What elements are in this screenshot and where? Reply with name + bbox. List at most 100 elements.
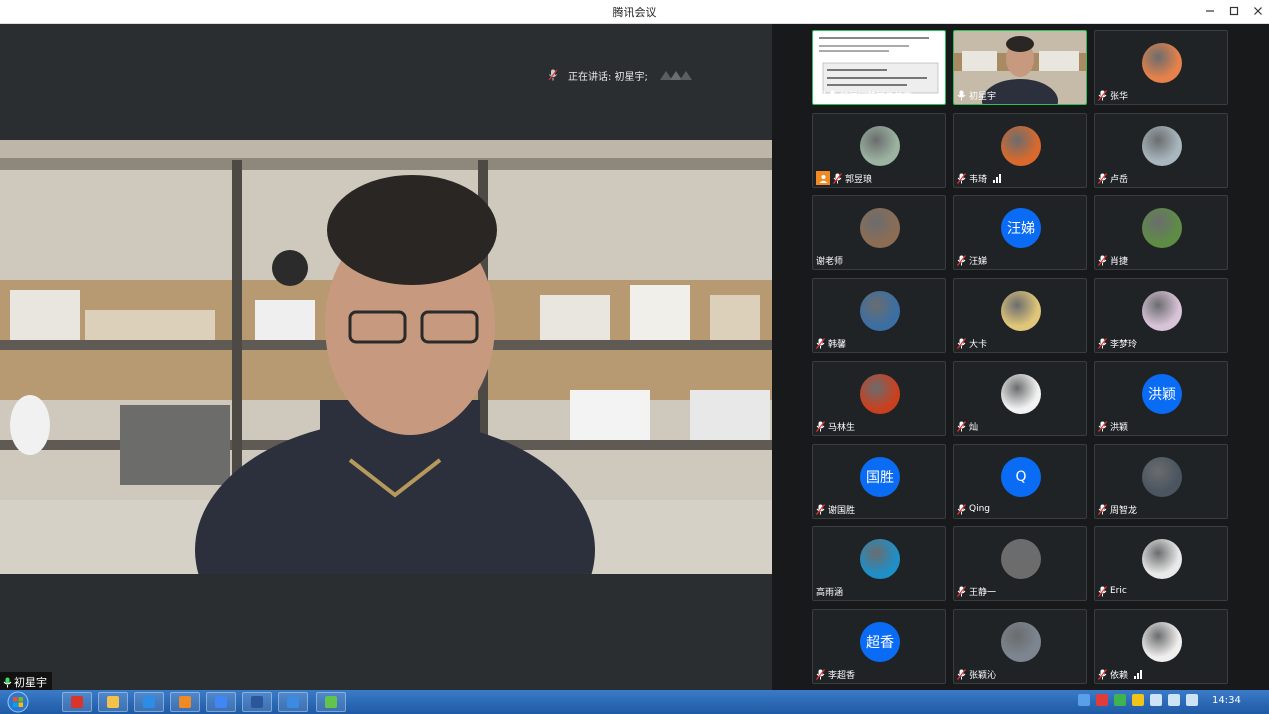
participant-tile[interactable]: 谢老师 [812,195,946,270]
participant-name: 灿 [969,422,979,433]
participant-label: 初星宇 [957,88,996,102]
window-title: 腾讯会议 [612,6,657,19]
participant-tile[interactable]: 汪娣 汪娣 [953,195,1087,270]
signal-icon[interactable] [1186,694,1198,706]
participant-tile[interactable]: 初星宇 [953,30,1087,105]
participant-tile[interactable]: 周智龙 [1094,444,1228,519]
participant-tile[interactable]: 高雨涵 [812,526,946,601]
participant-tile[interactable]: 初星宇的屏幕共享 [812,30,946,105]
mic-icon [957,90,966,100]
participant-tile[interactable]: 郭昱琅 [812,113,946,188]
participant-name: 谢国胜 [828,505,856,516]
skype-icon[interactable] [134,692,164,712]
signal-logo-icon [659,71,692,80]
wechat-icon[interactable] [316,692,346,712]
speaking-label: 正在讲话: 初星宇; [568,71,648,83]
word-icon-glyph [251,696,263,708]
participant-label: 卢岳 [1098,171,1128,185]
maximize-icon[interactable] [1224,2,1244,22]
network-icon[interactable] [1078,694,1090,706]
antivirus-icon[interactable] [1096,694,1108,706]
avatar: 洪颖 [1142,374,1182,414]
participant-label: 肖捷 [1098,253,1128,267]
close-icon[interactable] [1248,2,1268,22]
participant-name: 依赖 [1110,670,1129,681]
mic-muted-icon [957,585,966,597]
mic-active-icon [3,677,12,687]
participant-label: 灿 [957,419,978,433]
wps-icon-glyph [71,696,83,708]
participant-label: 初星宇的屏幕共享 [816,88,912,102]
avatar [1142,622,1182,662]
participant-label: 张颖沁 [957,667,996,681]
mic-muted-icon [1098,585,1107,597]
participant-name: 马林生 [828,422,856,433]
taskbar-clock[interactable]: 14:34 [1212,695,1241,706]
participant-tile[interactable]: 卢岳 [1094,113,1228,188]
chrome-icon-glyph [215,696,227,708]
meeting-icon[interactable] [278,692,308,712]
participant-tile[interactable]: 国胜 谢国胜 [812,444,946,519]
participant-tile[interactable]: 韦琦 [953,113,1087,188]
participant-tile[interactable]: 王静一 [953,526,1087,601]
word-icon[interactable] [242,692,272,712]
avatar [860,126,900,166]
mic-muted-icon [957,668,966,680]
mic-muted-icon [1098,503,1107,515]
participant-name: 韩馨 [828,339,847,350]
speaker-video-frame [0,140,772,574]
host-icon [816,171,830,185]
avatar [1001,539,1041,579]
mic-muted-icon [957,503,966,515]
participant-tile[interactable]: 大卡 [953,278,1087,353]
participant-label: 洪颖 [1098,419,1128,433]
speaker-video [0,140,772,574]
participant-name: 郭昱琅 [845,174,873,185]
participant-name: Eric [1110,586,1127,596]
power-icon[interactable] [1168,694,1180,706]
mic-muted-icon [816,668,825,680]
participant-name: 大卡 [969,339,988,350]
mic-muted-icon [1098,337,1107,349]
mic-muted-icon [833,172,842,184]
participant-name: 谢老师 [816,256,844,267]
participant-tile[interactable]: 李梦玲 [1094,278,1228,353]
participant-label: 汪娣 [957,253,987,267]
participant-tile[interactable]: Q Qing [953,444,1087,519]
participant-tile[interactable]: 洪颖 洪颖 [1094,361,1228,436]
chrome-icon[interactable] [206,692,236,712]
participant-tile[interactable]: 张华 [1094,30,1228,105]
volume-icon[interactable] [1150,694,1162,706]
participant-name: 高雨涵 [816,587,844,598]
start-button-icon[interactable] [3,691,33,713]
mic-muted-icon [1098,254,1107,266]
participant-tile[interactable]: 张颖沁 [953,609,1087,684]
explorer-icon[interactable] [98,692,128,712]
participant-tile[interactable]: 马林生 [812,361,946,436]
avatar: 汪娣 [1001,208,1041,248]
security-icon[interactable] [1132,694,1144,706]
mic-icon [828,90,837,100]
avatar [1142,43,1182,83]
participant-tile[interactable]: Eric [1094,526,1228,601]
mic-muted-icon [957,172,966,184]
participant-name: 韦琦 [969,174,988,185]
main-video-area[interactable]: 正在讲话: 初星宇; 初星宇 [0,24,772,690]
meeting-icon-glyph [287,696,299,708]
participant-tile[interactable]: 依赖 [1094,609,1228,684]
participant-name: 周智龙 [1110,505,1138,516]
wps-icon[interactable] [62,692,92,712]
participant-label: 谢老师 [816,253,843,267]
mic-muted-icon [957,337,966,349]
tool-icon[interactable] [170,692,200,712]
participant-name: Qing [969,504,991,514]
participant-tile[interactable]: 灿 [953,361,1087,436]
participant-label: 周智龙 [1098,502,1137,516]
participant-tile[interactable]: 韩馨 [812,278,946,353]
update-icon[interactable] [1114,694,1126,706]
participant-label: 韩馨 [816,336,846,350]
speaker-name-tag: 初星宇 [0,672,52,690]
minimize-icon[interactable] [1200,2,1220,22]
participant-tile[interactable]: 超香 李超香 [812,609,946,684]
participant-tile[interactable]: 肖捷 [1094,195,1228,270]
